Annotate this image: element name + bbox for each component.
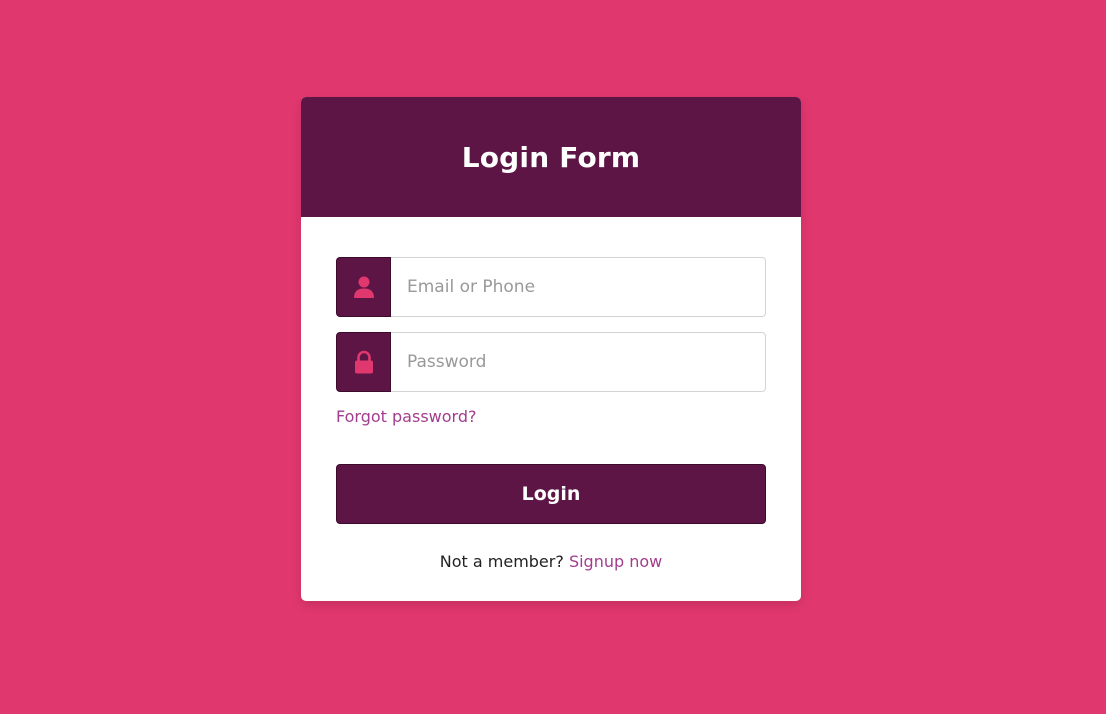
card-header: Login Form	[301, 97, 801, 217]
page-title: Login Form	[461, 140, 641, 174]
login-button[interactable]: Login	[336, 464, 766, 524]
password-field-group	[336, 332, 766, 392]
signup-row: Not a member? Signup now	[336, 552, 766, 571]
email-field-group	[336, 257, 766, 317]
user-icon	[336, 257, 391, 317]
email-field[interactable]	[391, 257, 766, 317]
signup-link[interactable]: Signup now	[569, 552, 662, 571]
forgot-password-link[interactable]: Forgot password?	[336, 407, 476, 427]
lock-icon	[336, 332, 391, 392]
signup-prompt: Not a member?	[439, 552, 564, 571]
login-card: Login Form Forgot password? Login	[301, 97, 801, 601]
login-form: Forgot password? Login Not a member? Sig…	[301, 217, 801, 571]
password-field[interactable]	[391, 332, 766, 392]
